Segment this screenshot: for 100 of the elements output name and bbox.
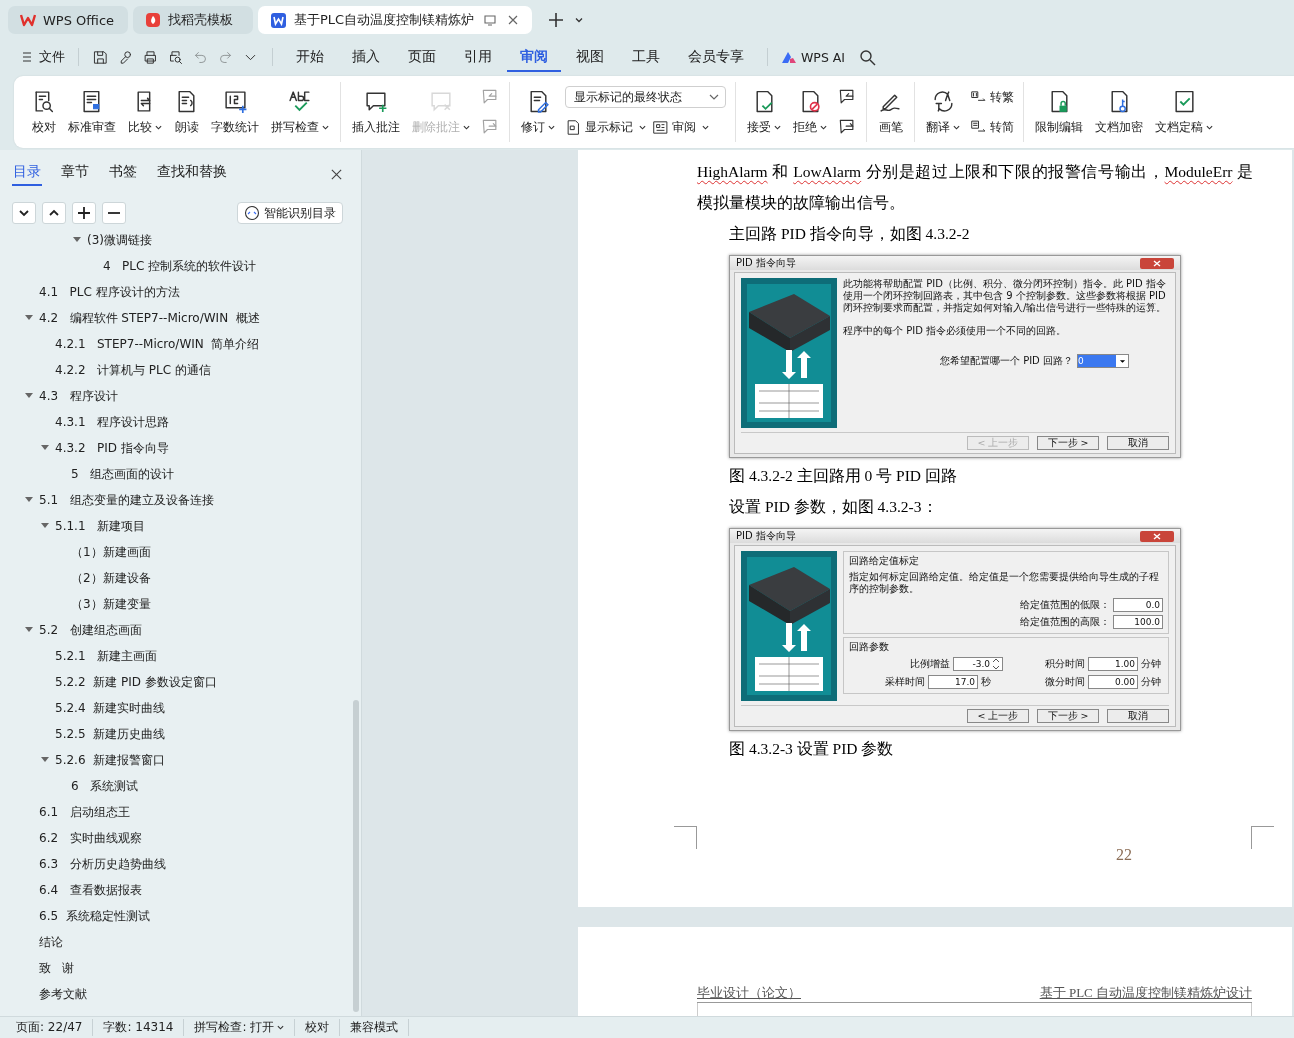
dialog-button[interactable]: < 上一步 [967, 709, 1029, 723]
toc-entry[interactable]: （3）新建变量 [71, 595, 151, 613]
toc-entry[interactable]: （1）新建画面 [71, 543, 151, 561]
sidebar-tab[interactable]: 书签 [108, 162, 138, 186]
ribbon-button[interactable]: 校对 [26, 85, 61, 139]
menu-tab[interactable]: 审阅 [507, 42, 561, 72]
input-field[interactable]: 0.00 [1088, 675, 1138, 689]
ribbon-button[interactable]: 修订 [516, 85, 560, 139]
menu-tab[interactable]: 视图 [563, 42, 617, 72]
ribbon-button[interactable]: 显示标记 [565, 118, 646, 136]
window-tab[interactable]: WPS Office [8, 6, 128, 34]
toc-entry[interactable]: 5.2.4 新建实时曲线 [55, 699, 166, 717]
status-item[interactable]: 兼容模式 [340, 1019, 410, 1036]
plus-button[interactable] [72, 202, 96, 224]
toc-entry[interactable]: 6.1 启动组态王 [39, 803, 130, 821]
sidebar-tab[interactable]: 目录 [12, 162, 42, 186]
file-menu-button[interactable]: 文件 [18, 48, 69, 66]
toc-entry[interactable]: 5 组态画面的设计 [71, 465, 175, 483]
toc-entry[interactable]: 6.5 系统稳定性测试 [39, 907, 150, 925]
chevron-up-button[interactable] [42, 202, 66, 224]
menu-tab[interactable]: 引用 [451, 42, 505, 72]
ribbon-button[interactable]: 拒绝 [788, 85, 832, 139]
toc-entry[interactable]: 4.3.2 PID 指令向导 [55, 439, 169, 457]
ai-button[interactable]: WPS AI [777, 49, 850, 65]
expanded-triangle-icon[interactable] [25, 496, 33, 504]
expanded-triangle-icon[interactable] [25, 392, 33, 400]
toc-entry[interactable]: 4.3.1 程序设计思路 [55, 413, 169, 431]
dialog-button[interactable]: 下一步 > [1037, 436, 1099, 450]
chevron-down-button[interactable] [12, 202, 36, 224]
expanded-triangle-icon[interactable] [41, 756, 49, 764]
toc-entry[interactable]: 5.1.1 新建项目 [55, 517, 145, 535]
ribbon-button[interactable]: 画笔 [873, 85, 908, 139]
scrollbar-thumb[interactable] [353, 700, 359, 1012]
sidebar-tab[interactable]: 章节 [60, 162, 90, 186]
status-item[interactable]: 拼写检查: 打开 [184, 1019, 296, 1036]
input-field[interactable]: 1.00 [1088, 657, 1138, 671]
ribbon-button[interactable]: 文档定稿 [1150, 85, 1218, 139]
ribbon-button[interactable]: 字数统计 [206, 85, 264, 139]
toc-entry[interactable]: 参考文献 [39, 985, 87, 1003]
toc-entry[interactable]: 致 谢 [39, 959, 75, 977]
ribbon-button[interactable]: 转简 [970, 118, 1014, 136]
toc-entry[interactable]: 5.2 创建组态画面 [39, 621, 142, 639]
toc-entry[interactable]: （2）新建设备 [71, 569, 151, 587]
sidebar-tab[interactable]: 查找和替换 [156, 162, 228, 186]
window-tab[interactable]: 基于PLC自动温度控制镁精炼炉 [258, 6, 533, 34]
input-field[interactable]: 100.0 [1113, 615, 1163, 629]
ribbon-button[interactable]: 限制编辑 [1030, 85, 1088, 139]
dialog-button[interactable]: 下一步 > [1037, 709, 1099, 723]
smart-toc-button[interactable]: 智能识别目录 [237, 202, 343, 224]
print-preview-icon[interactable] [167, 48, 184, 66]
print-icon[interactable] [142, 48, 159, 66]
close-button[interactable] [1140, 257, 1174, 269]
ribbon-button[interactable]: 翻译 [921, 85, 965, 139]
input-field[interactable]: 0.0 [1113, 598, 1163, 612]
dialog-button[interactable]: 取消 [1107, 436, 1169, 450]
toc-entry[interactable]: 4.2.1 STEP7--Micro/WIN 简单介绍 [55, 335, 260, 353]
toc-entry[interactable]: 5.2.1 新建主画面 [55, 647, 157, 665]
toc-entry[interactable]: 4.3 程序设计 [39, 387, 118, 405]
ribbon-button[interactable]: 接受 [742, 85, 786, 139]
toc-entry[interactable]: 4 PLC 控制系统的软件设计 [103, 257, 257, 275]
toc-entry[interactable]: 5.2.5 新建历史曲线 [55, 725, 166, 743]
menu-tab[interactable]: 插入 [339, 42, 393, 72]
menu-tab[interactable]: 开始 [283, 42, 337, 72]
ribbon-button[interactable]: 文档加密 [1090, 85, 1148, 139]
toc-entry[interactable]: 5.2.6 新建报警窗口 [55, 751, 166, 769]
input-field[interactable]: 17.0 [928, 675, 978, 689]
toc-entry[interactable]: (3)微调链接 [87, 231, 152, 249]
toc-entry[interactable]: 6.2 实时曲线观察 [39, 829, 142, 847]
status-item[interactable]: 校对 [295, 1019, 341, 1036]
toc-entry[interactable]: 4.2.2 计算机与 PLC 的通信 [55, 361, 211, 379]
status-item[interactable]: 页面: 22/47 [6, 1019, 94, 1036]
window-tab[interactable]: 找稻壳模板 [133, 6, 253, 34]
toc-entry[interactable]: 4.1 PLC 程序设计的方法 [39, 283, 180, 301]
toc-entry[interactable]: 4.2 编程软件 STEP7--Micro/WIN 概述 [39, 309, 260, 327]
menu-tab[interactable]: 工具 [619, 42, 673, 72]
toc-entry[interactable]: 5.1 组态变量的建立及设备连接 [39, 491, 214, 509]
menu-tab[interactable]: 页面 [395, 42, 449, 72]
toc-entry[interactable]: 6 系统测试 [71, 777, 139, 795]
display-mode-dropdown[interactable]: 显示标记的最终状态 [565, 86, 726, 108]
ribbon-button[interactable]: 审阅 [652, 118, 709, 136]
ribbon-button[interactable]: 拼写检查 [266, 85, 334, 139]
ribbon-button[interactable]: 朗读 [169, 85, 204, 139]
toc-entry[interactable]: 5.2.2 新建 PID 参数设定窗口 [55, 673, 217, 691]
toc-entry[interactable]: 6.3 分析历史趋势曲线 [39, 855, 166, 873]
expanded-triangle-icon[interactable] [73, 236, 81, 244]
minus-button[interactable] [102, 202, 126, 224]
menu-tab[interactable]: 会员专享 [675, 42, 757, 72]
ribbon-button[interactable]: 插入批注 [347, 85, 405, 139]
ribbon-button[interactable]: 比较 [123, 85, 167, 139]
toc-entry[interactable]: 6.4 查看数据报表 [39, 881, 142, 899]
ribbon-button[interactable]: 标准审查 [63, 85, 121, 139]
loop-dropdown[interactable]: 0 [1077, 354, 1129, 368]
expanded-triangle-icon[interactable] [41, 522, 49, 530]
toc-entry[interactable]: 结论 [39, 933, 63, 951]
status-item[interactable]: 字数: 14314 [93, 1019, 185, 1036]
input-field[interactable]: -3.0 [953, 657, 1003, 671]
close-button[interactable] [1140, 530, 1174, 542]
expanded-triangle-icon[interactable] [41, 444, 49, 452]
expanded-triangle-icon[interactable] [25, 314, 33, 322]
ribbon-button[interactable]: 转繁 [970, 88, 1014, 106]
